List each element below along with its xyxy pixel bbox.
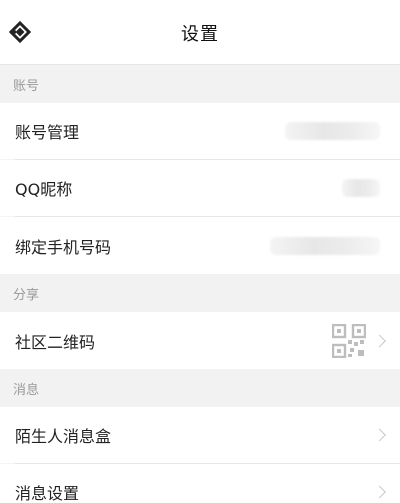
section-header-account: 账号 <box>0 65 400 103</box>
qr-code-icon <box>332 323 366 358</box>
row-community-qr[interactable]: 社区二维码 <box>0 312 400 369</box>
row-label: 绑定手机号码 <box>15 237 112 257</box>
row-bind-phone[interactable]: 绑定手机号码 <box>0 217 400 274</box>
section-header-message: 消息 <box>0 369 400 407</box>
row-stranger-message-box[interactable]: 陌生人消息盒 <box>0 407 400 463</box>
account-value-blurred <box>285 122 380 140</box>
row-account-management[interactable]: 账号管理 <box>0 103 400 159</box>
row-message-settings[interactable]: 消息设置 <box>0 464 400 503</box>
row-label: 消息设置 <box>15 484 80 503</box>
chevron-right-icon <box>373 334 386 347</box>
page-title: 设置 <box>181 24 219 45</box>
chevron-right-icon <box>373 485 386 499</box>
row-label: 社区二维码 <box>15 332 96 352</box>
row-label: 账号管理 <box>15 123 80 142</box>
row-label: QQ昵称 <box>15 180 73 199</box>
nickname-value-blurred <box>342 179 380 197</box>
section-header-share: 分享 <box>0 274 400 312</box>
header-bar: 设置 <box>0 0 400 65</box>
phone-value-blurred <box>270 236 380 255</box>
row-label: 陌生人消息盒 <box>15 427 112 446</box>
settings-page: 设置 账号 账号管理 QQ昵称 绑定手机号码 分享 社区二维码 消息 陌生人消息… <box>0 0 400 503</box>
row-qq-nickname[interactable]: QQ昵称 <box>0 160 400 216</box>
chevron-right-icon <box>373 428 386 442</box>
